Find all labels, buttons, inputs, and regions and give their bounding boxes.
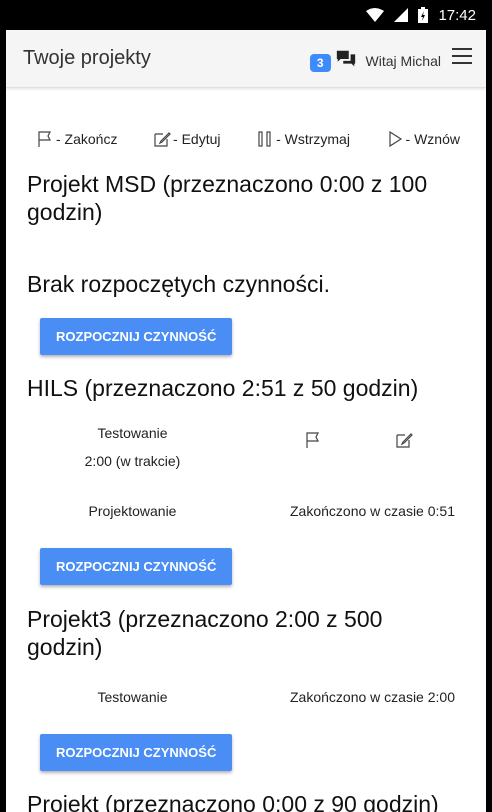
- legend-pause-label: - Wstrzymaj: [276, 131, 350, 147]
- activity-name: Projektowanie: [88, 503, 177, 519]
- page-title: Twoje projekty: [23, 47, 151, 69]
- activity-row: Testowanie Zakończono w czasie 2:00: [6, 689, 486, 705]
- legend-resume: - Wznów: [386, 130, 460, 148]
- notification-badge[interactable]: 3: [309, 53, 331, 72]
- activity-time: 2:00 (w trakcie): [84, 453, 181, 469]
- menu-icon[interactable]: [452, 47, 472, 64]
- edit-icon[interactable]: [395, 431, 414, 449]
- activity-row: Testowanie 2:00 (w trakcie): [6, 425, 486, 469]
- legend-finish-label: - Zakończ: [56, 131, 118, 147]
- clock: 17:42: [438, 6, 476, 24]
- start-activity-button[interactable]: ROZPOCZNIJ CZYNNOŚĆ: [40, 548, 233, 585]
- action-legend: - Zakończ - Edytuj - Wstrzymaj - Wznów: [6, 130, 486, 148]
- wifi-icon: [366, 8, 385, 22]
- activity-status: Zakończono w czasie 0:51: [290, 503, 455, 519]
- start-activity-button[interactable]: ROZPOCZNIJ CZYNNOŚĆ: [40, 318, 233, 355]
- activity-row: Projektowanie Zakończono w czasie 0:51: [6, 503, 486, 519]
- pause-icon: [258, 131, 271, 147]
- activity-actions: [259, 431, 486, 469]
- battery-icon: [418, 7, 429, 23]
- project-title: Projekt3 (przeznaczono 2:00 z 500 godzin…: [27, 606, 383, 660]
- app-frame: 17:42 Twoje projekty 3 Witaj Michal - Za…: [6, 0, 486, 812]
- legend-finish: - Zakończ: [36, 130, 117, 148]
- legend-edit: - Edytuj: [153, 130, 221, 148]
- flag-icon: [38, 131, 51, 147]
- play-icon: [388, 130, 402, 148]
- chat-icon[interactable]: [335, 48, 357, 70]
- status-bar: 17:42: [6, 0, 486, 30]
- legend-resume-label: - Wznów: [405, 131, 460, 147]
- greeting-text: Witaj Michal: [365, 52, 441, 69]
- project-title: Projekt (przeznaczono 0:00 z 90 godzin): [27, 791, 439, 812]
- flag-icon[interactable]: [304, 431, 322, 449]
- project-title: HILS (przeznaczono 2:51 z 50 godzin): [27, 375, 419, 401]
- activity-cell: Testowanie 2:00 (w trakcie): [6, 425, 259, 469]
- activity-name: Testowanie: [97, 689, 168, 705]
- app-bar: Twoje projekty 3 Witaj Michal: [6, 30, 486, 88]
- activity-status: Zakończono w czasie 2:00: [290, 689, 455, 705]
- legend-pause: - Wstrzymaj: [256, 130, 350, 148]
- signal-icon: [394, 8, 409, 22]
- start-activity-button[interactable]: ROZPOCZNIJ CZYNNOŚĆ: [40, 734, 233, 771]
- activity-name: Testowanie: [97, 425, 168, 441]
- edit-icon: [154, 132, 171, 147]
- legend-edit-label: - Edytuj: [173, 131, 221, 147]
- empty-activities-message: Brak rozpoczętych czynności.: [27, 271, 330, 297]
- project-title: Projekt MSD (przeznaczono 0:00 z 100 god…: [27, 171, 428, 225]
